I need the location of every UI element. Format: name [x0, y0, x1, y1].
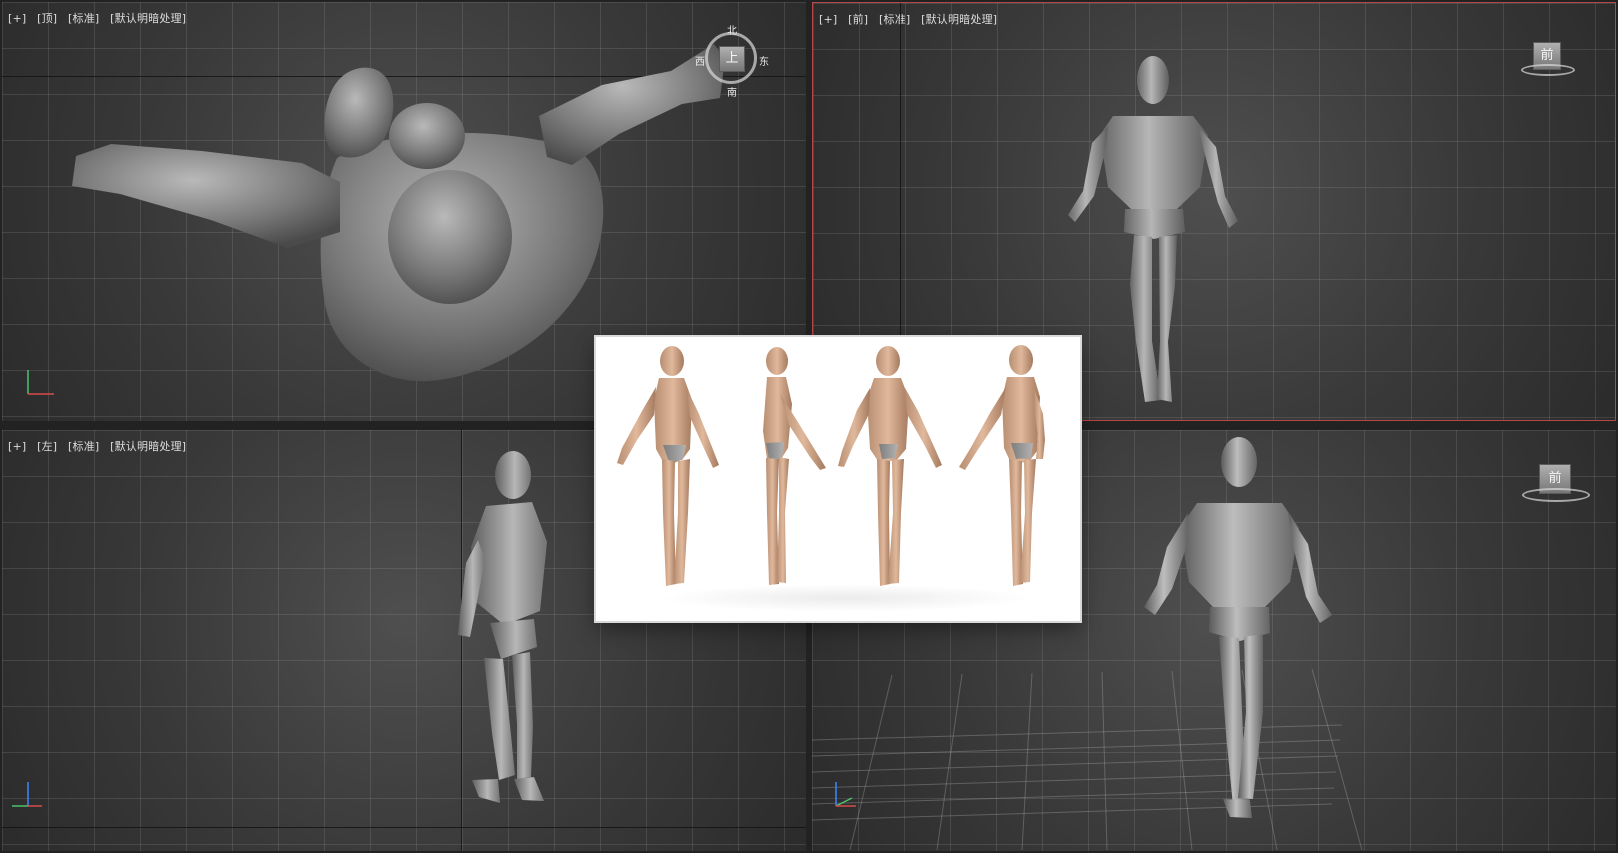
perspective-model-feet [1223, 799, 1252, 818]
reference-image [596, 337, 1080, 621]
top-view-left-arm [72, 144, 340, 248]
reference-floor-shadow [644, 583, 1048, 613]
top-navcube-face[interactable]: 上 [719, 46, 745, 72]
top-navcube-east[interactable]: 东 [759, 53, 769, 68]
reference-figure-front [617, 346, 719, 586]
front-navcube-ring[interactable] [1521, 64, 1575, 76]
front-view-right-arm [1198, 126, 1238, 228]
top-navcube-north[interactable]: 北 [727, 22, 737, 37]
reference-figure-side [763, 347, 826, 585]
front-view-pelvis [1124, 209, 1185, 239]
left-view-left-foot [472, 779, 500, 803]
front-view-head [1137, 56, 1169, 104]
perspective-model-head [1221, 437, 1257, 487]
left-view-right-foot [514, 777, 544, 801]
left-view-left-leg [484, 658, 515, 780]
perspective-model-left-arm [1144, 513, 1188, 615]
front-view-left-leg [1130, 235, 1161, 402]
left-view-head [495, 451, 531, 499]
front-view-left-arm [1068, 126, 1108, 222]
top-navcube[interactable]: 上 北 东 南 西 [695, 22, 769, 99]
left-axis-tripod-icon [12, 782, 42, 807]
reference-figure-back [838, 346, 942, 586]
front-navcube[interactable]: 前 [1521, 38, 1575, 84]
3d-modeling-app-window: [+] [顶] [标准] [默认明暗处理] 上 北 东 南 西 [+] [前] … [0, 0, 1618, 853]
top-navcube-south[interactable]: 南 [727, 84, 737, 99]
perspective-navcube-ring[interactable] [1522, 488, 1590, 502]
left-view-right-leg [512, 652, 533, 779]
front-view-torso [1100, 116, 1208, 209]
front-view-right-leg [1157, 235, 1177, 402]
perspective-axis-tripod-icon [835, 782, 856, 807]
top-navcube-west[interactable]: 西 [695, 53, 705, 68]
top-view-head [388, 170, 512, 304]
perspective-navcube[interactable]: 前 [1522, 464, 1590, 506]
top-axis-tripod-icon [27, 370, 54, 395]
perspective-model-torso [1180, 503, 1299, 607]
reference-figures [617, 345, 1045, 586]
reference-figure-back-quarter [959, 345, 1045, 586]
top-view-shoulder [389, 103, 465, 169]
perspective-model-right-arm [1288, 513, 1332, 623]
